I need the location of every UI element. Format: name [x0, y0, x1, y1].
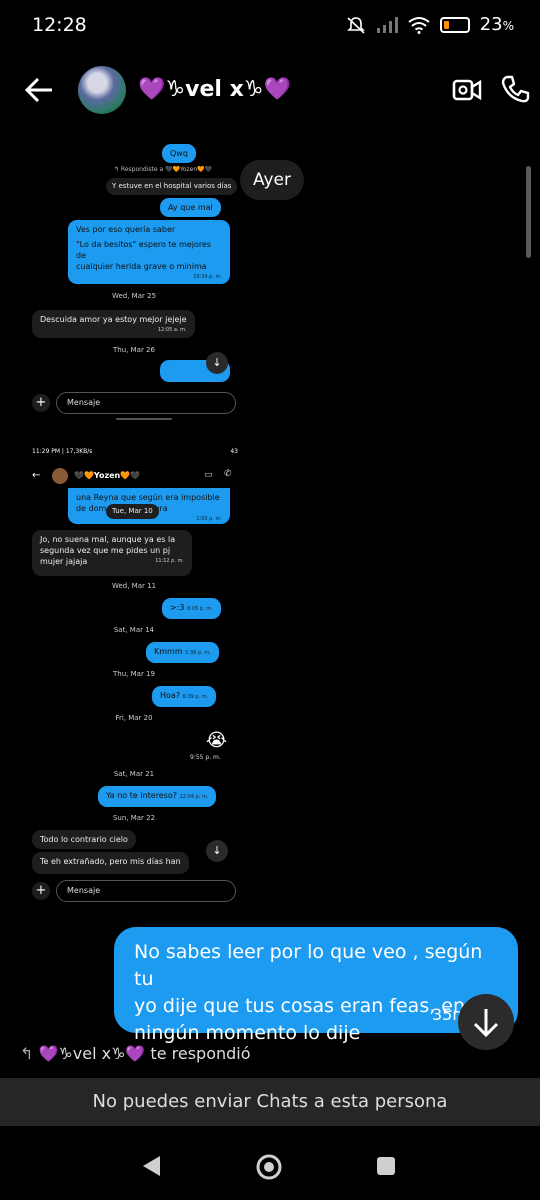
contact-name[interactable]: 💜♑vel x♑💜 [138, 77, 291, 102]
shared-screenshot-2[interactable]: 11:29 PM | 17,3KB/s 43 ← 🖤🧡Yozen🧡🖤 ▭ ✆ u… [26, 440, 242, 918]
scroll-to-bottom-button[interactable] [458, 994, 514, 1050]
phone-icon[interactable] [500, 74, 530, 104]
scrollbar[interactable] [526, 166, 531, 258]
cannot-send-banner: No puedes enviar Chats a esta persona [0, 1078, 540, 1126]
plus-icon[interactable]: + [32, 882, 50, 900]
message-bubble: Ya no te intereso? 12:04 p. m. [98, 786, 217, 807]
reply-arrow-icon: ↰ [20, 1044, 39, 1063]
emoji-message: 😭 [206, 730, 228, 751]
message-bubble: Todo lo contrario cielo [32, 830, 136, 849]
date-separator: Sat, Mar 21 [113, 770, 155, 778]
message-time: 10:34 p. m. [193, 274, 222, 280]
message-text: mujer jajaja [40, 557, 88, 566]
message-input[interactable]: Mensaje [56, 880, 236, 902]
sticky-date: Tue, Mar 10 [106, 504, 159, 519]
mini-avatar [52, 468, 68, 484]
reply-label: ↰ Respondiste a 🖤🧡Yozen🧡🖤 [114, 166, 213, 173]
nav-back-icon[interactable] [140, 1154, 164, 1178]
message-bubble: >:3 8:05 p. m. [162, 598, 221, 619]
back-arrow-icon[interactable] [22, 72, 58, 108]
message-bubble: Te eh extrañado, pero mis días han [32, 852, 189, 874]
message-bubble: Descuida amor ya estoy mejor jejeje 12:0… [32, 310, 195, 338]
arrow-down-icon [473, 1009, 499, 1038]
chat-header: 💜♑vel x♑💜 [0, 60, 540, 124]
message-text: Descuida amor ya estoy mejor jejeje [40, 315, 187, 324]
message-text: cualquier herida grave o minima [76, 262, 207, 271]
shared-screenshot-1[interactable]: Qwq ↰ Respondiste a 🖤🧡Yozen🧡🖤 Y estuve e… [26, 126, 242, 422]
divider [116, 418, 172, 420]
mini-back-arrow-icon: ← [32, 470, 41, 481]
message-bubble: Ay que mal [160, 198, 221, 217]
message-text: "Lo da besitos" espero te mejores de [76, 240, 212, 260]
message-bubble: Jo, no suena mal, aunque ya es la segund… [32, 530, 192, 576]
message-line: No sabes leer por lo que veo , según tu [134, 941, 483, 990]
status-icons: 23% [346, 14, 514, 35]
battery-icon [439, 16, 470, 33]
message-text: una Reyna que según era imposible [76, 493, 220, 502]
mini-phone-icon: ✆ [224, 469, 232, 479]
status-time: 12:28 [32, 14, 87, 36]
status-bar: 12:28 23% [0, 0, 540, 52]
scroll-down-icon[interactable]: ↓ [206, 840, 228, 862]
nav-home-icon[interactable] [254, 1152, 284, 1182]
message-time: 11:12 p. m. [155, 558, 184, 564]
navigation-bar [0, 1128, 540, 1200]
mini-status-battery: 43 [230, 448, 238, 455]
message-text: Jo, no suena mal, aunque ya es la [40, 535, 176, 544]
mute-icon [346, 16, 365, 34]
date-separator: Thu, Mar 26 [113, 346, 155, 354]
message-text: segunda vez que me pides un pj [40, 546, 171, 555]
reply-notice: ↰ 💜♑vel x♑💜 te respondió [20, 1044, 251, 1063]
date-separator: Wed, Mar 11 [111, 582, 157, 590]
quoted-message: Y estuve en el hospital varios días [106, 178, 238, 195]
message-text: Ves por eso quería saber [76, 225, 176, 234]
mini-video-icon: ▭ [204, 470, 213, 480]
mini-contact-name: 🖤🧡Yozen🧡🖤 [74, 471, 141, 480]
reply-notice-text: 💜♑vel x♑💜 te respondió [38, 1044, 251, 1063]
scroll-down-icon[interactable]: ↓ [206, 352, 228, 374]
message-time: 9:55 p. m. [190, 754, 221, 761]
date-separator: Thu, Mar 19 [113, 670, 155, 678]
nav-recents-icon[interactable] [374, 1154, 398, 1178]
message-composer[interactable]: + Mensaje [32, 392, 236, 414]
date-separator: Wed, Mar 25 [111, 292, 157, 300]
date-separator: Sat, Mar 14 [113, 626, 155, 634]
video-call-icon[interactable] [452, 76, 482, 104]
avatar[interactable] [78, 66, 126, 114]
battery-percent: 23% [479, 14, 514, 35]
date-separator: Sun, Mar 22 [112, 814, 156, 822]
message-composer[interactable]: + Mensaje [32, 880, 236, 902]
message-bubble: Qwq [162, 144, 196, 163]
mini-status-time: 11:29 PM | 17,3KB/s [32, 448, 93, 455]
message-bubble: Kmmm 5:36 p. m. [146, 642, 219, 663]
date-chip: Ayer [240, 160, 304, 200]
signal-icon [376, 16, 398, 33]
message-bubble: Ves por eso quería saber "Lo da besitos"… [68, 220, 230, 284]
plus-icon[interactable]: + [32, 394, 50, 412]
wifi-icon [408, 16, 430, 34]
message-time: 12:05 a. m. [157, 327, 187, 333]
message-bubble: Hoa? 6:39 p. m. [152, 686, 217, 707]
date-separator: Fri, Mar 20 [115, 714, 153, 722]
message-input[interactable]: Mensaje [56, 392, 236, 414]
